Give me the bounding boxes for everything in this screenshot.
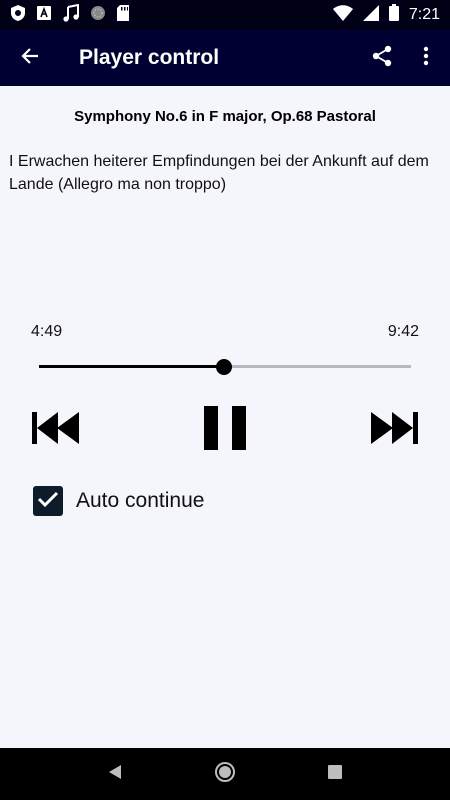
skip-next-icon: [370, 411, 418, 450]
seek-thumb[interactable]: [215, 359, 232, 375]
more-vert-icon: [423, 46, 429, 71]
back-triangle-icon: [108, 764, 122, 785]
current-time: 4:49: [31, 323, 63, 340]
back-button[interactable]: [0, 30, 60, 86]
circle-dots-icon: [90, 5, 106, 26]
pause-button[interactable]: [195, 404, 255, 456]
auto-continue-row[interactable]: Auto continue: [33, 486, 204, 516]
seek-progress: [39, 365, 224, 368]
text-a-icon: [36, 5, 52, 26]
nav-back-button[interactable]: [85, 748, 145, 800]
status-right-icons: 7:21: [332, 4, 440, 26]
previous-button[interactable]: [26, 404, 86, 456]
home-circle-icon: [214, 761, 236, 788]
share-icon: [372, 45, 392, 72]
shield-icon: [10, 4, 26, 27]
auto-continue-label[interactable]: Auto continue: [76, 489, 204, 513]
total-time: 9:42: [387, 323, 419, 340]
checkmark-icon: [37, 490, 59, 513]
wifi-icon: [332, 4, 353, 26]
auto-continue-checkbox[interactable]: [33, 486, 63, 516]
pause-icon: [204, 405, 246, 455]
page-title: Player control: [79, 46, 220, 69]
nav-home-button[interactable]: [195, 748, 255, 800]
track-title: I Erwachen heiterer Empfindungen bei der…: [9, 153, 429, 193]
signal-icon: [362, 4, 379, 26]
music-note-icon: [62, 3, 80, 27]
skip-previous-icon: [32, 411, 80, 450]
seek-bar[interactable]: [39, 355, 411, 379]
battery-icon: [388, 4, 399, 26]
more-options-button[interactable]: [404, 30, 448, 86]
nav-recents-button[interactable]: [305, 748, 365, 800]
status-left-icons: [10, 3, 130, 27]
navigation-bar: [0, 748, 450, 800]
album-title: Symphony No.6 in F major, Op.68 Pastoral: [74, 108, 376, 125]
share-button[interactable]: [360, 30, 404, 86]
recents-square-icon: [328, 764, 342, 784]
status-time: 7:21: [408, 6, 440, 23]
next-button[interactable]: [364, 404, 424, 456]
app-bar: Player control: [0, 30, 450, 86]
sd-card-icon: [116, 4, 130, 27]
back-arrow-icon: [21, 47, 39, 70]
status-bar: 7:21: [0, 0, 450, 30]
